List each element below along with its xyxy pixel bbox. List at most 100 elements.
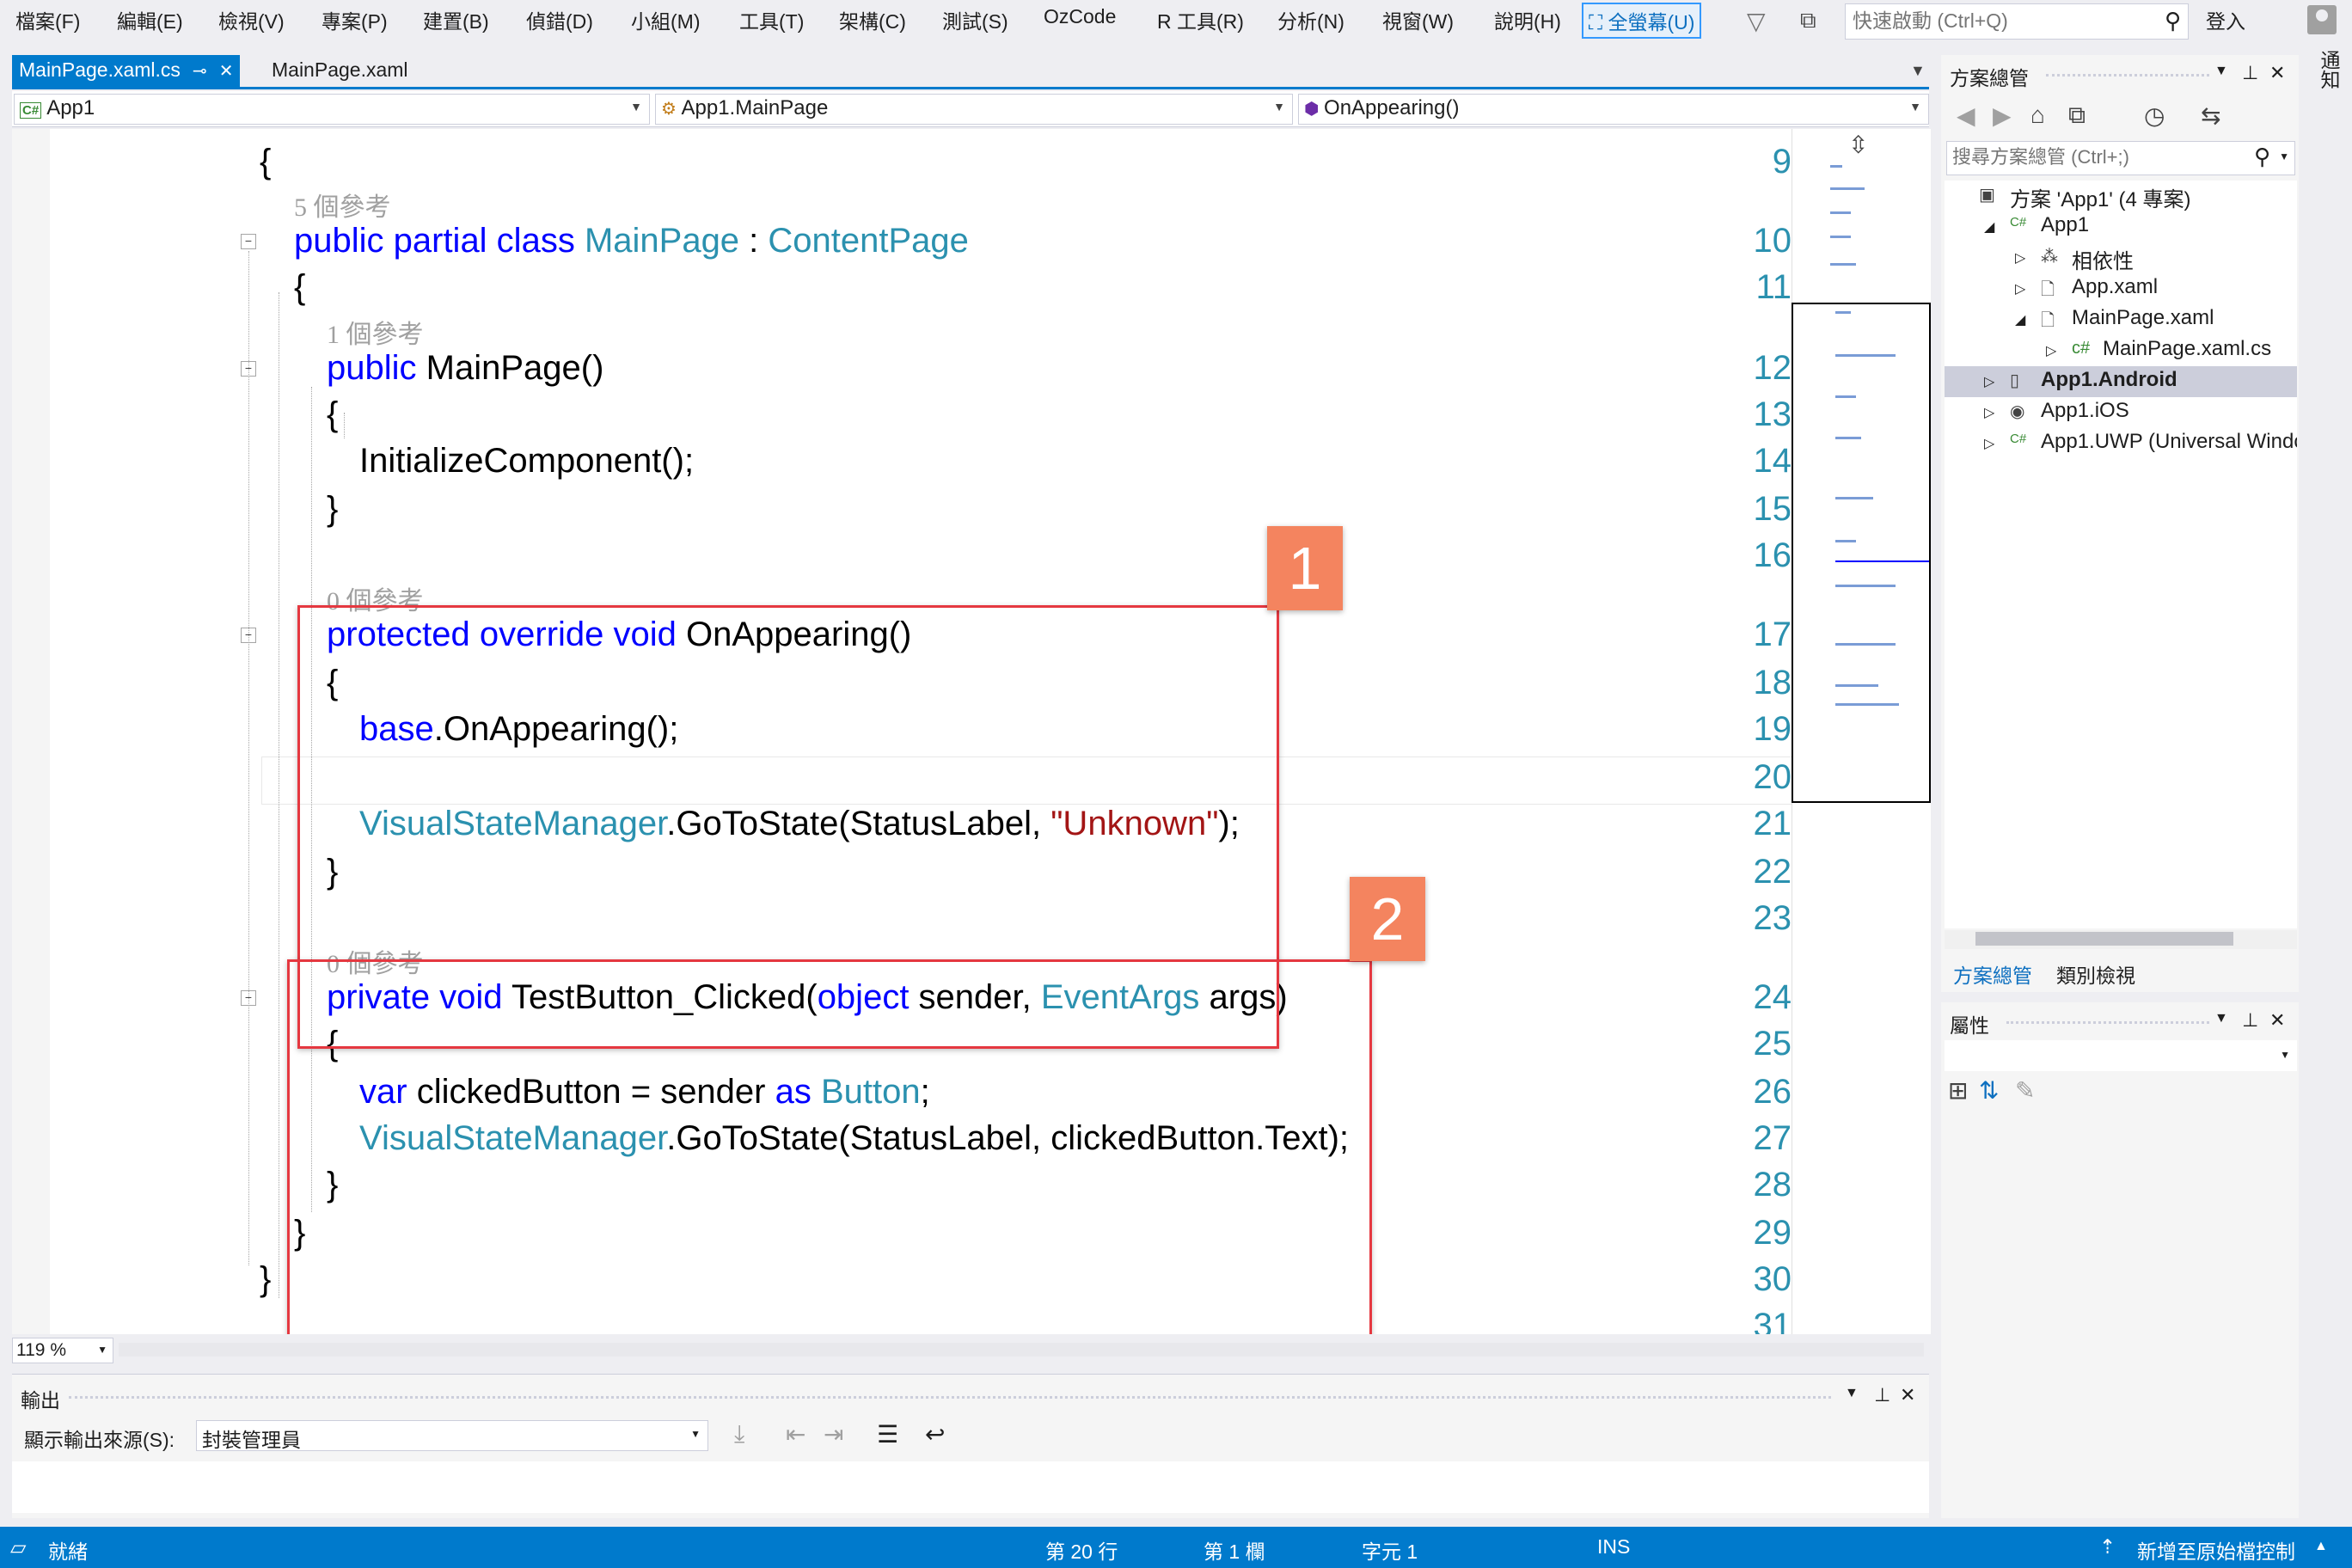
pin-icon[interactable]: ⊥	[1874, 1384, 1890, 1406]
tree-item[interactable]: ▷ 🗋 App.xaml	[1945, 273, 2297, 304]
quick-launch-input[interactable]	[1853, 4, 2145, 37]
ios-project-icon: ◉	[2010, 402, 2025, 421]
chevron-up-icon[interactable]: ▲	[2314, 1539, 2328, 1554]
pin-icon[interactable]: ⊥	[2242, 1009, 2258, 1032]
member-combo[interactable]: ⬢ OnAppearing() ▼	[1298, 94, 1929, 125]
menu-item[interactable]: 說明(H)	[1494, 5, 1561, 34]
tree-item[interactable]: ▷ ⁂ 相依性	[1945, 242, 2297, 273]
collapsed-chevron-icon[interactable]: ▷	[1984, 373, 1994, 390]
tree-item[interactable]: ▣ 方案 'App1' (4 專案)	[1945, 181, 2297, 211]
pane-grip[interactable]	[2046, 74, 2209, 77]
tree-item[interactable]: ◢ C# App1	[1945, 211, 2297, 242]
notifications-tab[interactable]: 通知	[2309, 50, 2343, 127]
solution-search-input[interactable]	[1952, 142, 2236, 173]
solution-tree[interactable]: ▣ 方案 'App1' (4 專案) ◢ C# App1 ▷ ⁂ 相依性 ▷ 🗋 App.xaml ◢…	[1945, 181, 2297, 928]
account-avatar-icon[interactable]	[2307, 5, 2337, 34]
close-icon[interactable]: ✕	[2269, 1009, 2285, 1032]
menu-item[interactable]: 工具(T)	[739, 5, 804, 34]
next-message-icon[interactable]: ⇥	[824, 1420, 843, 1449]
codelens-references[interactable]: 5 個參考	[294, 186, 391, 224]
pending-changes-filter-icon[interactable]: ◷	[2144, 101, 2165, 130]
alphabetical-icon[interactable]: ⇅	[1979, 1076, 1999, 1105]
tab-mainpage-xaml[interactable]: MainPage.xaml	[265, 55, 415, 88]
expanded-chevron-icon[interactable]: ◢	[2015, 311, 2025, 328]
sign-in-link[interactable]: 登入	[2206, 5, 2245, 34]
collapsed-chevron-icon[interactable]: ▷	[2015, 249, 2025, 266]
split-editor-icon[interactable]: ⇳	[1848, 131, 1868, 159]
menu-item[interactable]: 檔案(F)	[15, 5, 80, 34]
close-icon[interactable]: ✕	[2269, 62, 2285, 84]
pane-menu-dropdown-icon[interactable]: ▼	[1845, 1386, 1859, 1401]
forward-icon[interactable]: ▶	[1993, 101, 2012, 130]
pane-menu-dropdown-icon[interactable]: ▼	[2214, 1011, 2228, 1026]
menu-item[interactable]: 小組(M)	[631, 5, 700, 34]
menu-item[interactable]: 測試(S)	[942, 5, 1008, 34]
menu-item[interactable]: 建置(B)	[423, 5, 489, 34]
fullscreen-menu-button[interactable]: ⛶ 全螢幕(U)	[1582, 3, 1702, 39]
pane-menu-dropdown-icon[interactable]: ▼	[2214, 64, 2228, 79]
menu-item[interactable]: 架構(C)	[839, 5, 906, 34]
search-icon[interactable]: ⚲	[2254, 144, 2270, 170]
minimap-viewport[interactable]	[1792, 303, 1931, 803]
clear-all-icon[interactable]: ☰	[877, 1420, 898, 1449]
property-pages-icon[interactable]: ✎	[2015, 1076, 2035, 1105]
collapse-toggle[interactable]: −	[241, 234, 256, 249]
csharp-project-icon: C#	[20, 102, 42, 119]
tab-class-view[interactable]: 類別檢視	[2056, 959, 2135, 989]
tab-solution-explorer[interactable]: 方案總管	[1953, 959, 2032, 989]
close-icon[interactable]: ✕	[1900, 1384, 1915, 1406]
project-combo[interactable]: C# App1 ▼	[14, 94, 650, 125]
tree-item[interactable]: ▷ ▯ App1.Android	[1945, 366, 2297, 397]
menu-item[interactable]: OzCode	[1044, 5, 1116, 28]
pin-icon[interactable]: ⊥	[2242, 62, 2258, 84]
categorized-icon[interactable]: ⊞	[1948, 1076, 1968, 1105]
collapsed-chevron-icon[interactable]: ▷	[1984, 435, 1994, 452]
menu-item[interactable]: 視窗(W)	[1382, 5, 1454, 34]
code-editor[interactable]: 9 10 11 12 13 14 15 16 17 18 19 20 21 22…	[12, 129, 1792, 1334]
upload-icon[interactable]: ⇡	[2099, 1535, 2116, 1559]
back-icon[interactable]: ◀	[1957, 101, 1975, 130]
properties-object-combo[interactable]: ▼	[1945, 1040, 2297, 1071]
menu-item[interactable]: R 工具(R)	[1157, 5, 1244, 34]
word-wrap-icon[interactable]: ↩	[925, 1420, 945, 1449]
codelens-references[interactable]: 1 個參考	[327, 313, 424, 351]
tab-mainpage-xaml-cs[interactable]: MainPage.xaml.cs ⊸ ✕	[12, 55, 241, 88]
tree-item[interactable]: ▷ ◉ App1.iOS	[1945, 397, 2297, 428]
status-insert-mode[interactable]: INS	[1597, 1535, 1630, 1559]
expanded-chevron-icon[interactable]: ◢	[1984, 218, 1994, 236]
menu-item[interactable]: 偵錯(D)	[526, 5, 593, 34]
quick-launch-box[interactable]: ⚲	[1845, 3, 2189, 40]
menu-item[interactable]: 專案(P)	[322, 5, 388, 34]
tree-item[interactable]: ◢ 🗋 MainPage.xaml	[1945, 304, 2297, 335]
output-text-area[interactable]	[12, 1461, 1929, 1513]
tree-item[interactable]: ▷ c# MainPage.xaml.cs	[1945, 335, 2297, 366]
go-to-location-icon[interactable]: ⤓	[734, 1420, 744, 1449]
horizontal-scrollbar[interactable]	[119, 1343, 1924, 1357]
menu-item[interactable]: 檢視(V)	[218, 5, 285, 34]
zoom-combo[interactable]: 119 % ▼	[12, 1338, 113, 1363]
home-icon[interactable]: ⌂	[2030, 101, 2045, 129]
scrollbar-thumb[interactable]	[1975, 932, 2233, 946]
chevron-down-icon[interactable]: ▼	[2279, 150, 2289, 162]
previous-message-icon[interactable]: ⇤	[786, 1420, 805, 1449]
collapsed-chevron-icon[interactable]: ▷	[2046, 342, 2056, 359]
output-source-combo[interactable]: 封裝管理員 ▼	[196, 1420, 708, 1451]
filter-icon[interactable]: ▽	[1747, 7, 1766, 35]
search-icon[interactable]: ⚲	[2165, 8, 2181, 34]
collapsed-chevron-icon[interactable]: ▷	[2015, 280, 2025, 297]
collapsed-chevron-icon[interactable]: ▷	[1984, 404, 1994, 421]
menu-item[interactable]: 分析(N)	[1277, 5, 1344, 34]
pin-icon[interactable]: ⊸	[193, 62, 207, 81]
pane-grip[interactable]	[69, 1396, 1831, 1399]
menu-item[interactable]: 編輯(E)	[117, 5, 183, 34]
live-share-icon[interactable]: ⧉	[1800, 7, 1816, 34]
add-to-source-control[interactable]: 新增至原始檔控制	[2137, 1535, 2295, 1565]
sync-icon[interactable]: ⇆	[2201, 101, 2220, 130]
tree-item[interactable]: ▷ C# App1.UWP (Universal Windows)	[1945, 428, 2297, 459]
solution-explorer-search[interactable]: ⚲ ▼	[1946, 141, 2295, 175]
pane-grip[interactable]	[2006, 1021, 2209, 1024]
tab-list-dropdown-icon[interactable]: ▼	[1910, 62, 1926, 80]
switch-views-icon[interactable]: ⧉	[2068, 101, 2086, 130]
close-icon[interactable]: ✕	[219, 62, 234, 81]
class-combo[interactable]: ⚙ App1.MainPage ▼	[655, 94, 1293, 125]
